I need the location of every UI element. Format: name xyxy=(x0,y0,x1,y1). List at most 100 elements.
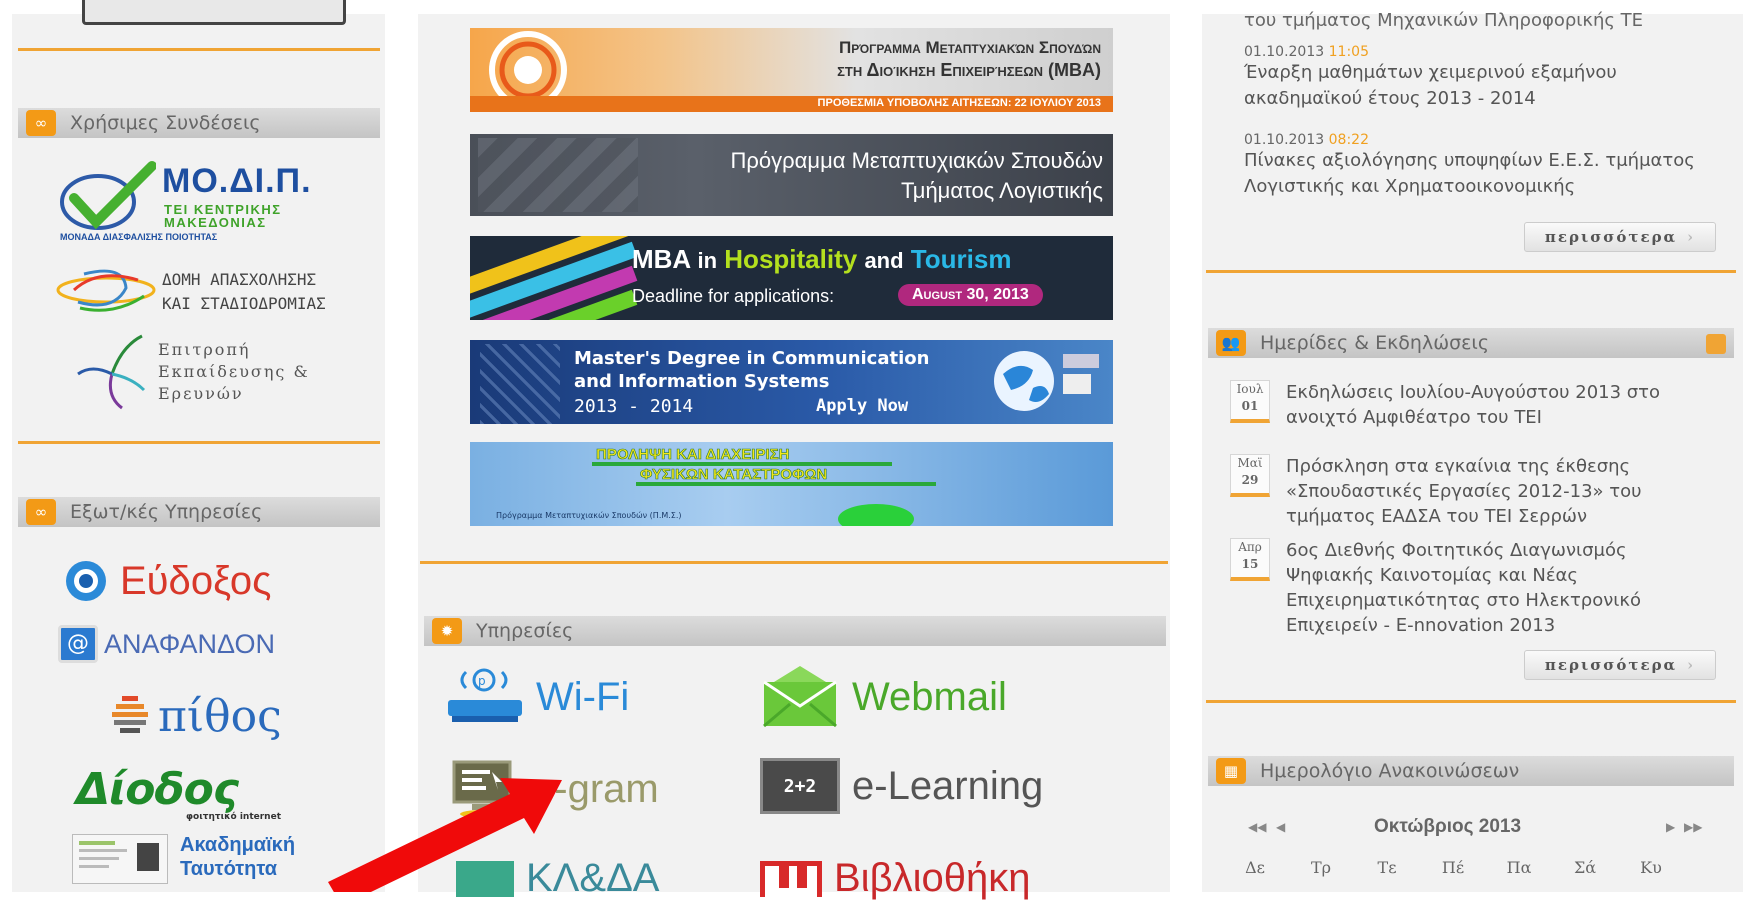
device-icons xyxy=(1063,354,1105,406)
next-year-button[interactable]: ▶▶ xyxy=(1684,820,1702,834)
external-services-header: ∞ Εξωτ/κές Υπηρεσίες xyxy=(18,497,380,527)
link-chain-icon: ∞ xyxy=(26,499,56,525)
chevron-right-icon: › xyxy=(1687,228,1696,246)
mba-deadline-strip: ΠΡΟΘΕΣΜΙΑ ΥΠΟΒΟΛΗΣ ΑΙΤΗΣΕΩΝ: 22 ΙΟΥΛΙΟΥ … xyxy=(470,96,1113,112)
modip-title: ΜΟ.ΔΙ.Π. xyxy=(162,162,312,200)
wifi-service-link[interactable]: p Wi-Fi xyxy=(444,666,629,728)
modip-logo-link[interactable]: ΜΟ.ΔΙ.Π. ΤΕΙ ΚΕΝΤΡΙΚΗΣ ΜΑΚΕΔΟΝΙΑΣ ΜΟΝΑΔΑ… xyxy=(56,160,346,242)
next-month-button[interactable]: ▶ xyxy=(1666,820,1675,834)
weekday: Σά xyxy=(1573,858,1597,877)
prev-month-button[interactable]: ◀ xyxy=(1276,820,1285,834)
event-item[interactable]: Ιουλ 01 Εκδηλώσεις Ιουλίου-Αυγούστου 2013… xyxy=(1230,380,1730,430)
tourism-title: MBA in Hospitality and Tourism xyxy=(632,244,1011,275)
link-chain-icon: ∞ xyxy=(26,110,56,136)
eudoxus-label: Εύδοξος xyxy=(120,558,272,603)
news-more-button[interactable]: περισσότερα › xyxy=(1524,222,1716,252)
comm-line1: Master's Degree in Communication xyxy=(574,348,930,369)
news-date: 01.10.2013 xyxy=(1244,132,1325,148)
tourism-deadline-label: Deadline for applications: xyxy=(632,286,835,306)
event-item[interactable]: Μαϊ 29 Πρόσκληση στα εγκαίνια της έκθεσης… xyxy=(1230,454,1730,529)
event-month: Απρ xyxy=(1238,540,1262,554)
disaster-line1: ΠΡΟΛΗΨΗ ΚΑΙ ΔΙΑΧΕΙΡΙΣΗ xyxy=(596,446,790,464)
event-day: 15 xyxy=(1241,557,1259,571)
weekday: Πέ xyxy=(1441,858,1465,877)
diodos-label: Δίοδος xyxy=(76,764,239,815)
weekday: Τρ xyxy=(1310,858,1332,877)
anadanon-link[interactable]: @ ΑΝΑΦΑΝΔΟΝ xyxy=(58,624,348,664)
communication-systems-banner[interactable]: Master's Degree in Communication and Inf… xyxy=(470,340,1113,424)
green-circle xyxy=(838,504,914,526)
calendar-nav: ◀◀ ◀ Οκτώβριος 2013 ▶ ▶▶ xyxy=(1248,816,1708,840)
disaster-line2: ΦΥΣΙΚΩΝ ΚΑΤΑΣΤΡΟΦΩΝ xyxy=(640,466,828,484)
envelope-icon xyxy=(763,666,837,728)
events-more-button[interactable]: περισσότερα › xyxy=(1524,650,1716,680)
research-committee-logo-link[interactable]: Επιτροπή Εκπαίδευσης & Ερευνών xyxy=(76,334,346,414)
academic-id-link[interactable]: Ακαδημαϊκή Ταυτότητα xyxy=(72,830,352,886)
library-label: Βιβλιοθήκη xyxy=(834,856,1031,900)
divider xyxy=(1206,700,1736,703)
comm-line2: and Information Systems xyxy=(574,371,830,392)
tourism-mba-banner[interactable]: MBA in Hospitality and Tourism Deadline … xyxy=(470,236,1113,320)
news-text: Έναρξη μαθημάτων χειμερινού εξαμήνου ακα… xyxy=(1244,62,1617,109)
committee-line2: Εκπαίδευσης & xyxy=(158,362,310,381)
webmail-service-link[interactable]: Webmail xyxy=(760,666,1007,728)
event-date: Ιουλ 01 xyxy=(1230,380,1270,423)
elearning-label: e-Learning xyxy=(852,763,1044,808)
calendar-month: Οκτώβριος 2013 xyxy=(1374,816,1522,837)
disaster-management-banner[interactable]: ΠΡΟΛΗΨΗ ΚΑΙ ΔΙΑΧΕΙΡΙΣΗ ΦΥΣΙΚΩΝ ΚΑΤΑΣΤΡΟΦ… xyxy=(470,442,1113,526)
prev-year-button[interactable]: ◀◀ xyxy=(1248,820,1266,834)
weekday: Κυ xyxy=(1640,858,1662,877)
eudoxus-link[interactable]: Εύδοξος xyxy=(62,556,352,606)
event-month: Ιουλ xyxy=(1236,382,1264,396)
news-item[interactable]: 01.10.2013 08:22 Πίνακες αξιολόγησης υπο… xyxy=(1244,132,1724,200)
event-date: Απρ 15 xyxy=(1230,538,1270,581)
orbit-swirl-icon xyxy=(56,269,156,312)
library-service-link[interactable]: Βιβλιοθήκη xyxy=(760,856,1030,901)
green-bar xyxy=(592,462,892,466)
mba-deadline: ΠΡΟΘΕΣΜΙΑ ΥΠΟΒΟΛΗΣ ΑΙΤΗΣΕΩΝ: 22 ΙΟΥΛΙΟΥ … xyxy=(817,97,1101,109)
globe-icon xyxy=(994,351,1054,411)
calendar-header: ▦ Ημερολόγιο Ανακοινώσεων xyxy=(1208,756,1734,786)
events-more-label: περισσότερα xyxy=(1544,656,1678,674)
external-services-title: Εξωτ/κές Υπηρεσίες xyxy=(70,501,263,523)
tourism-deadline-date: August 30, 2013 xyxy=(898,284,1043,306)
tourism-in: in xyxy=(697,248,718,273)
gear-icon: ✹ xyxy=(432,618,462,644)
comm-years: 2013 - 2014 xyxy=(574,396,694,417)
tourism-and: and xyxy=(864,248,904,273)
elearning-icon-text: 2+2 xyxy=(783,775,817,797)
news-text: Πίνακες αξιολόγησης υποψηφίων Ε.Ε.Σ. τμή… xyxy=(1244,150,1695,197)
academic-id-line2: Ταυτότητα xyxy=(180,858,278,880)
domi-logo-link[interactable]: ΔΟΜΗ ΑΠΑΣΧΟΛΗΣΗΣ ΚΑΙ ΣΤΑΔΙΟΔΡΟΜΙΑΣ xyxy=(54,262,344,322)
news-partial-text: του τμήματος Μηχανικών Πληροφορικής ΤΕ xyxy=(1244,10,1644,31)
news-date: 01.10.2013 xyxy=(1244,44,1325,60)
chevron-right-icon: › xyxy=(1687,656,1696,674)
book-icon xyxy=(760,860,822,897)
pithos-link[interactable]: πίθος xyxy=(110,688,350,744)
mba-banner[interactable]: Πρόγραμμα Μεταπτυχιακών Σπουδών στη Διοί… xyxy=(470,28,1113,112)
accounting-msc-banner[interactable]: Πρόγραμμα Μεταπτυχιακών Σπουδών Τμήματος… xyxy=(470,134,1113,216)
modip-line2: ΜΑΚΕΔΟΝΙΑΣ xyxy=(164,215,267,230)
people-icon: 👥 xyxy=(1216,330,1246,356)
tourism-tourism: Tourism xyxy=(910,244,1012,274)
tourism-mba: MBA xyxy=(632,244,691,274)
event-day: 29 xyxy=(1241,473,1259,487)
news-item[interactable]: 01.10.2013 11:05 Έναρξη μαθημάτων χειμερ… xyxy=(1244,44,1724,112)
events-header: 👥 Ημερίδες & Εκδηλώσεις xyxy=(1208,328,1734,358)
calendar-weekdays: Δε Τρ Τε Πέ Πα Σά Κυ xyxy=(1222,858,1722,877)
accounting-line1: Πρόγραμμα Μεταπτυχιακών Σπουδών xyxy=(730,148,1103,173)
event-text: Πρόσκληση στα εγκαίνια της έκθεσης «Σπου… xyxy=(1286,456,1642,527)
services-title: Υπηρεσίες xyxy=(476,620,574,642)
accounting-line2: Τμήματος Λογιστικής xyxy=(900,178,1103,203)
modip-line3: ΜΟΝΑΔΑ ΔΙΑΣΦΑΛΙΣΗΣ ΠΟΙΟΤΗΤΑΣ xyxy=(60,232,218,242)
diodos-sublabel: φοιτητικό internet xyxy=(186,812,281,822)
elearning-service-link[interactable]: 2+2 e-Learning xyxy=(760,758,1043,814)
id-card-icon xyxy=(72,834,168,884)
weekday: Δε xyxy=(1245,858,1265,877)
rss-icon[interactable] xyxy=(1706,334,1726,354)
mba-title-line1: Πρόγραμμα Μεταπτυχιακών Σπουδών xyxy=(838,38,1101,57)
event-item[interactable]: Απρ 15 6ος Διεθνής Φοιτητικός Διαγωνισμός… xyxy=(1230,538,1730,638)
committee-line1: Επιτροπή xyxy=(158,340,251,359)
diodos-link[interactable]: Δίοδος φοιτητικό internet xyxy=(76,764,346,822)
services-header: ✹ Υπηρεσίες xyxy=(424,616,1166,646)
